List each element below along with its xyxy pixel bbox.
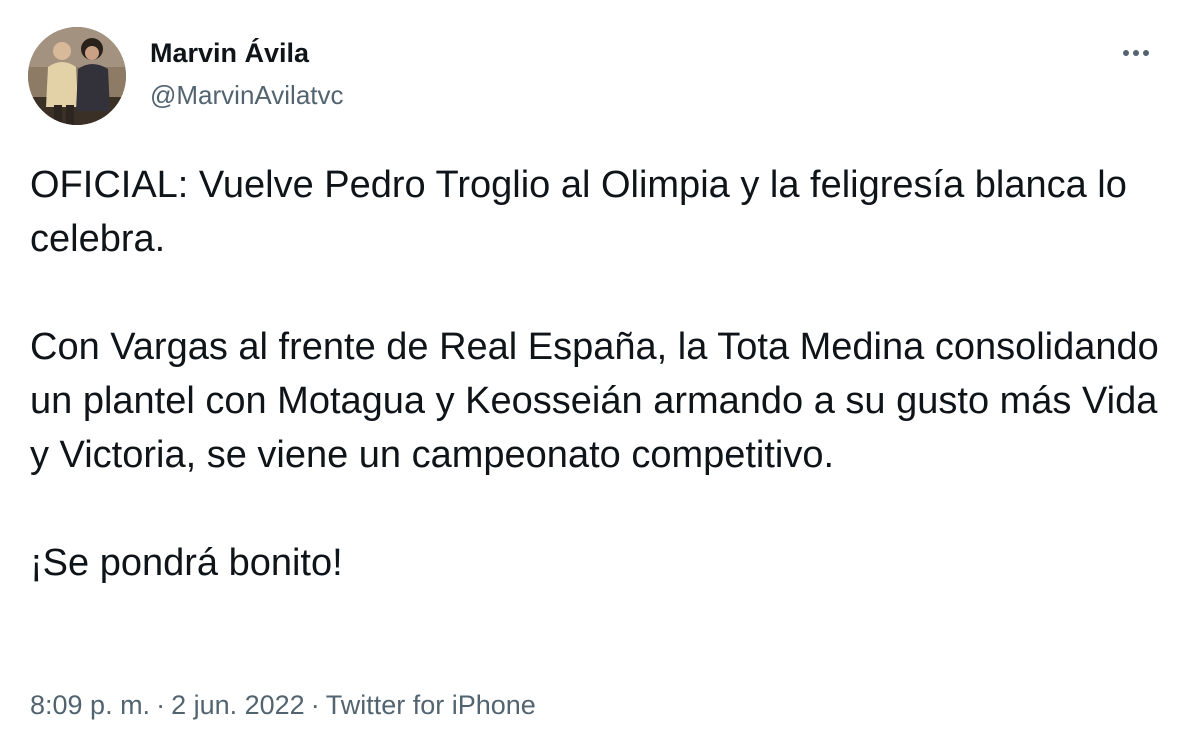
meta-separator: · [310, 690, 320, 720]
tweet-source[interactable]: Twitter for iPhone [326, 690, 536, 720]
meta-separator: · [156, 690, 166, 720]
tweet-paragraph: ¡Se pondrá bonito! [30, 542, 343, 584]
avatar[interactable] [28, 27, 126, 125]
tweet-text: OFICIAL: Vuelve Pedro Troglio al Olimpia… [30, 158, 1170, 590]
tweet-paragraph: OFICIAL: Vuelve Pedro Troglio al Olimpia… [30, 164, 1127, 260]
tweet-paragraph: Con Vargas al frente de Real España, la … [30, 326, 1159, 476]
profile-photo-icon [28, 27, 126, 125]
tweet-date[interactable]: 2 jun. 2022 [171, 690, 305, 720]
tweet-card: Marvin Ávila @MarvinAvilatvc OFICIAL: Vu… [0, 0, 1200, 755]
author-handle[interactable]: @MarvinAvilatvc [150, 80, 344, 111]
tweet-time[interactable]: 8:09 p. m. [30, 690, 150, 720]
more-options-button[interactable] [1112, 38, 1160, 68]
tweet-metadata: 8:09 p. m. · 2 jun. 2022 · Twitter for iPhon… [30, 690, 536, 721]
author-name[interactable]: Marvin Ávila [150, 38, 309, 69]
more-horizontal-icon [1123, 50, 1149, 56]
